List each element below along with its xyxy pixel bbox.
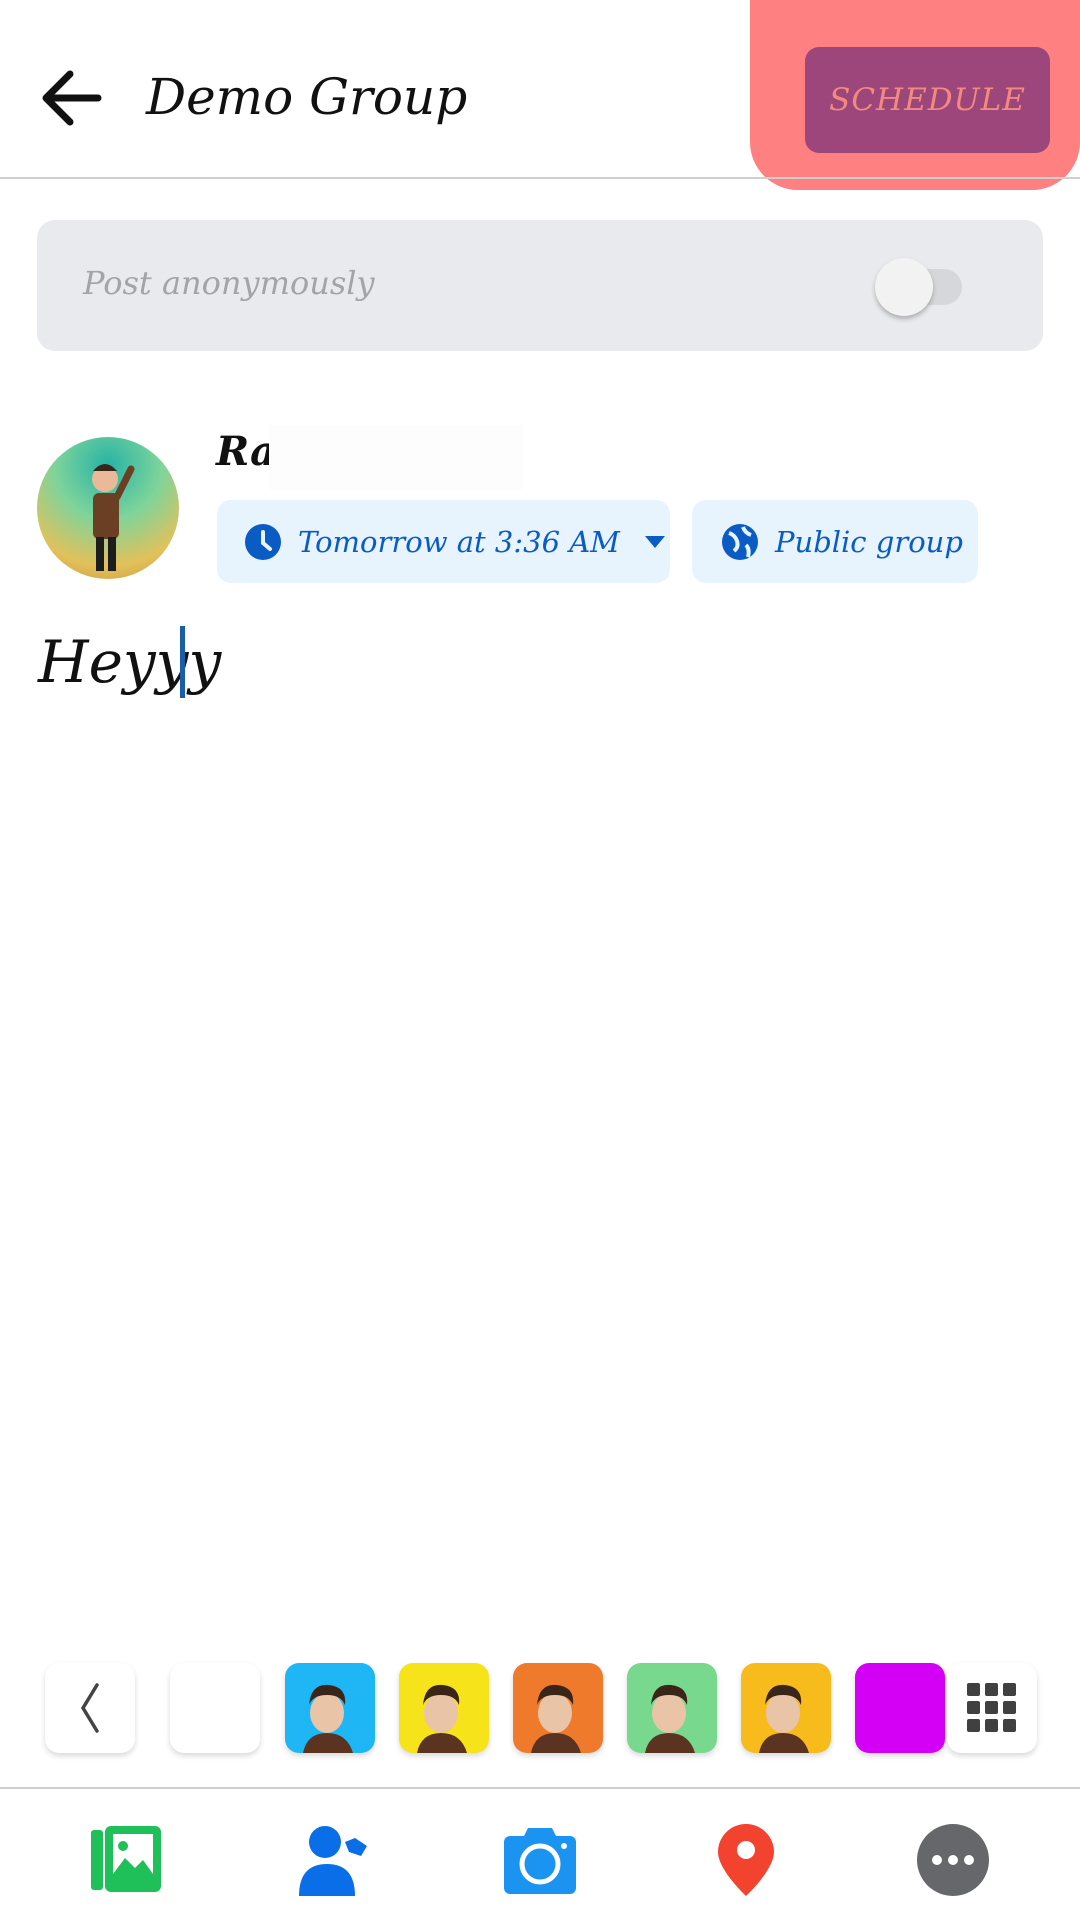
page-title: Demo Group (146, 68, 468, 126)
schedule-time-label: Tomorrow at 3:36 AM (298, 524, 620, 559)
anonymous-toggle[interactable] (870, 258, 998, 316)
background-option-solid-magenta[interactable] (855, 1663, 945, 1753)
photo-gallery-icon (91, 1826, 161, 1892)
background-option-stars-avatar[interactable] (741, 1663, 831, 1753)
caret-down-icon (644, 535, 665, 548)
background-option-plain-white[interactable] (170, 1663, 260, 1753)
avatar-sticker-icon (417, 1684, 467, 1753)
more-options-button[interactable] (915, 1822, 991, 1898)
camera-icon (504, 1828, 576, 1894)
globe-icon (722, 523, 758, 560)
background-option-basketball-avatar[interactable] (513, 1663, 603, 1753)
grid-icon (967, 1683, 1016, 1732)
more-dots-icon (917, 1824, 989, 1896)
check-in-button[interactable] (708, 1822, 784, 1898)
avatar-sticker-icon (645, 1684, 695, 1753)
photo-video-button[interactable] (89, 1822, 165, 1898)
location-pin-icon (718, 1824, 774, 1896)
schedule-label: SCHEDULE (829, 82, 1026, 118)
schedule-button[interactable]: SCHEDULE (805, 47, 1050, 153)
chevron-left-icon (80, 1683, 99, 1733)
avatar-sticker-icon (303, 1684, 353, 1753)
camera-button[interactable] (502, 1822, 578, 1898)
background-option-flower-avatar[interactable] (627, 1663, 717, 1753)
back-button[interactable] (38, 66, 108, 130)
post-text-input[interactable]: Heyyy (38, 628, 221, 696)
background-option-balloon-avatar[interactable] (285, 1663, 375, 1753)
author-name: Ra (216, 428, 277, 475)
text-cursor (180, 626, 185, 698)
audience-chip[interactable]: Public group (692, 500, 978, 583)
toolbar-divider (0, 1787, 1080, 1789)
clock-icon (245, 523, 281, 560)
avatar-sticker-icon (531, 1684, 581, 1753)
avatar (37, 437, 179, 579)
audience-label: Public group (775, 524, 963, 559)
post-anonymously-label: Post anonymously (83, 264, 375, 302)
post-anonymously-row[interactable]: Post anonymously (37, 220, 1043, 351)
all-backgrounds-button[interactable] (947, 1663, 1037, 1753)
arrow-left-icon (42, 70, 102, 126)
avatar-sticker-icon (759, 1684, 809, 1753)
header-divider (0, 177, 1080, 179)
schedule-time-chip[interactable]: Tomorrow at 3:36 AM (217, 500, 670, 583)
tag-person-icon (299, 1826, 367, 1896)
redacted-name (269, 425, 523, 490)
collapse-backgrounds-button[interactable] (45, 1663, 135, 1753)
background-option-party-horn-avatar[interactable] (399, 1663, 489, 1753)
tag-people-button[interactable] (295, 1822, 371, 1898)
